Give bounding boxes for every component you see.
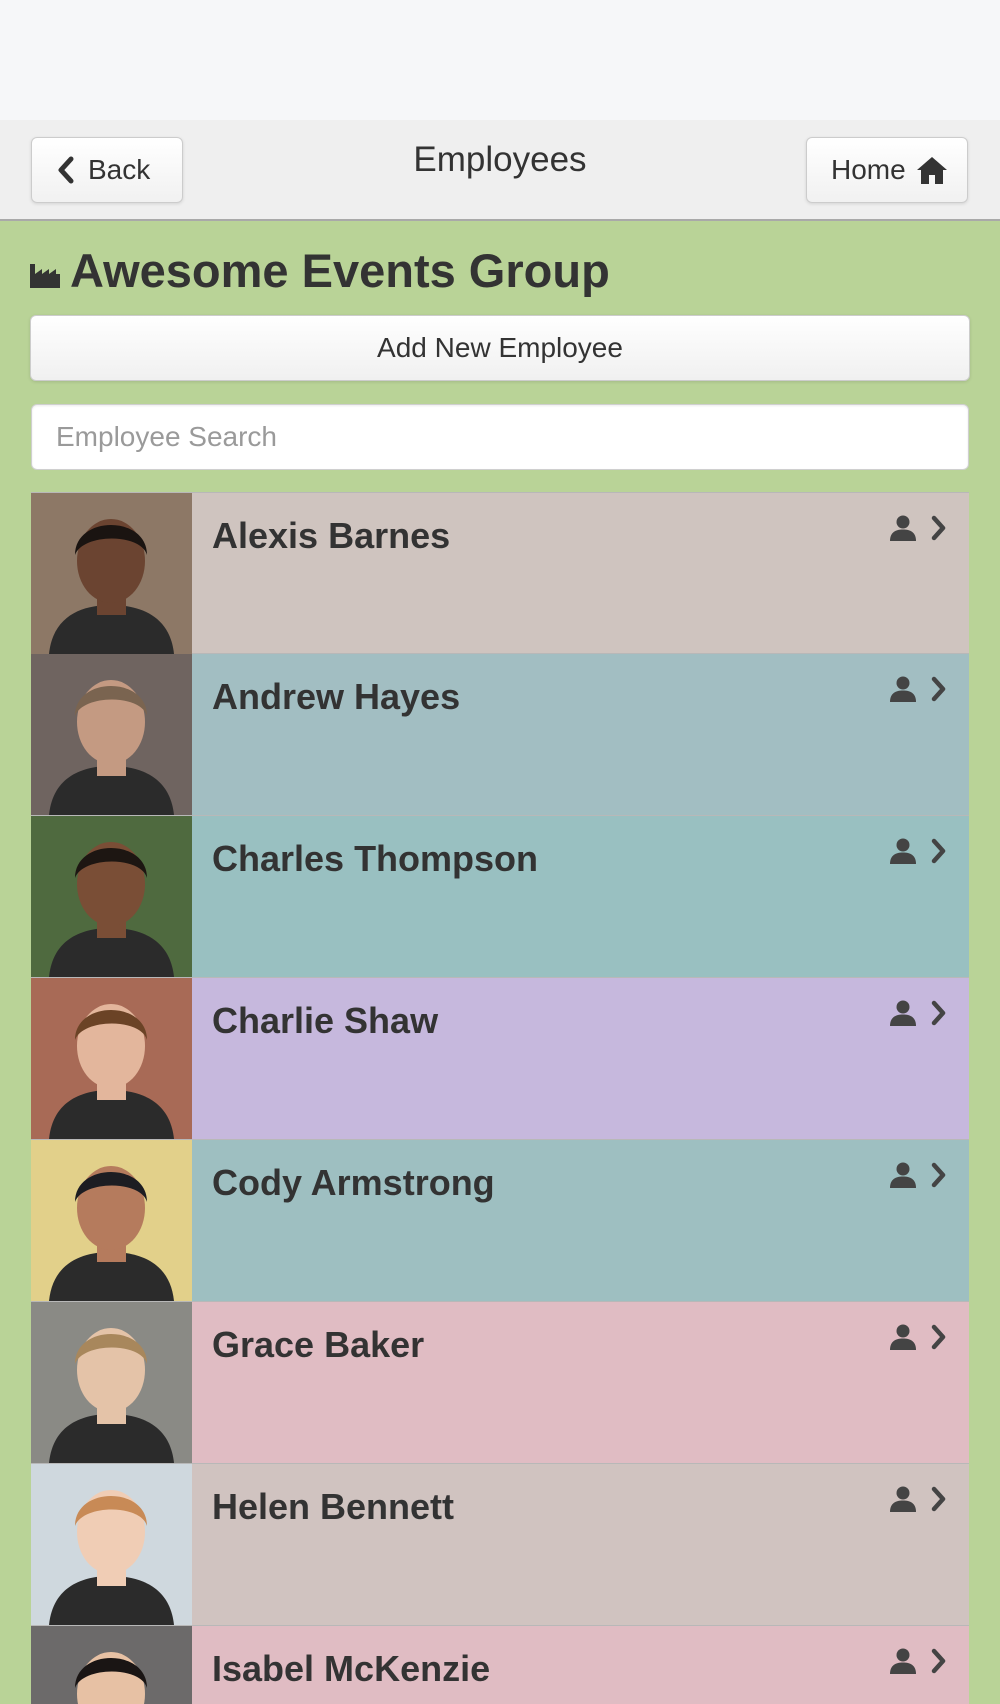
avatar [31,1140,192,1301]
employee-name: Alexis Barnes [212,515,451,556]
chevron-right-icon [931,1000,946,1026]
employee-row[interactable]: Charles Thompson [31,816,969,978]
company-title: Awesome Events Group [30,240,610,300]
company-name: Awesome Events Group [70,243,610,297]
chevron-right-icon [931,676,946,702]
employee-row[interactable]: Cody Armstrong [31,1140,969,1302]
status-area [0,0,1000,120]
employee-search-input[interactable] [31,404,969,470]
person-icon [890,515,916,541]
add-employee-label: Add New Employee [377,332,623,363]
home-button-label: Home [831,154,906,185]
avatar [31,1464,192,1625]
chevron-right-icon [931,1162,946,1188]
row-icons [889,1648,947,1674]
employee-name: Andrew Hayes [212,676,461,717]
chevron-right-icon [931,515,946,541]
employee-name: Grace Baker [212,1324,425,1365]
person-icon [890,1324,916,1350]
person-icon [890,1486,916,1512]
chevron-right-icon [931,1486,946,1512]
row-icons [889,1324,947,1350]
row-icons [889,1000,947,1026]
person-icon [890,1162,916,1188]
employee-list: Alexis Barnes Andrew Hayes Charles Thompso… [31,492,969,1704]
chevron-right-icon [931,838,946,864]
header-bar: Back Employees Home [0,120,1000,221]
avatar [31,654,192,815]
row-icons [889,1486,947,1512]
avatar [31,1302,192,1463]
person-icon [890,1648,916,1674]
employee-name: Cody Armstrong [212,1162,495,1203]
employee-row[interactable]: Andrew Hayes [31,654,969,816]
avatar [31,978,192,1139]
chevron-right-icon [931,1648,946,1674]
add-employee-button[interactable]: Add New Employee [30,315,970,381]
employee-row[interactable]: Isabel McKenzie [31,1626,969,1704]
row-icons [889,515,947,541]
avatar [31,493,192,654]
person-icon [890,838,916,864]
employee-name: Charlie Shaw [212,1000,439,1041]
employee-row[interactable]: Charlie Shaw [31,978,969,1140]
employee-name: Isabel McKenzie [212,1648,491,1689]
employee-name: Charles Thompson [212,838,539,879]
row-icons [889,1162,947,1188]
industry-icon [30,264,60,288]
home-icon [916,157,947,184]
employee-row[interactable]: Alexis Barnes [31,492,969,654]
chevron-right-icon [931,1324,946,1350]
row-icons [889,676,947,702]
person-icon [890,1000,916,1026]
employee-name: Helen Bennett [212,1486,455,1527]
avatar [31,1626,192,1704]
employee-row[interactable]: Grace Baker [31,1302,969,1464]
row-icons [889,838,947,864]
avatar [31,816,192,977]
home-button[interactable]: Home [806,137,968,203]
person-icon [890,676,916,702]
employee-row[interactable]: Helen Bennett [31,1464,969,1626]
